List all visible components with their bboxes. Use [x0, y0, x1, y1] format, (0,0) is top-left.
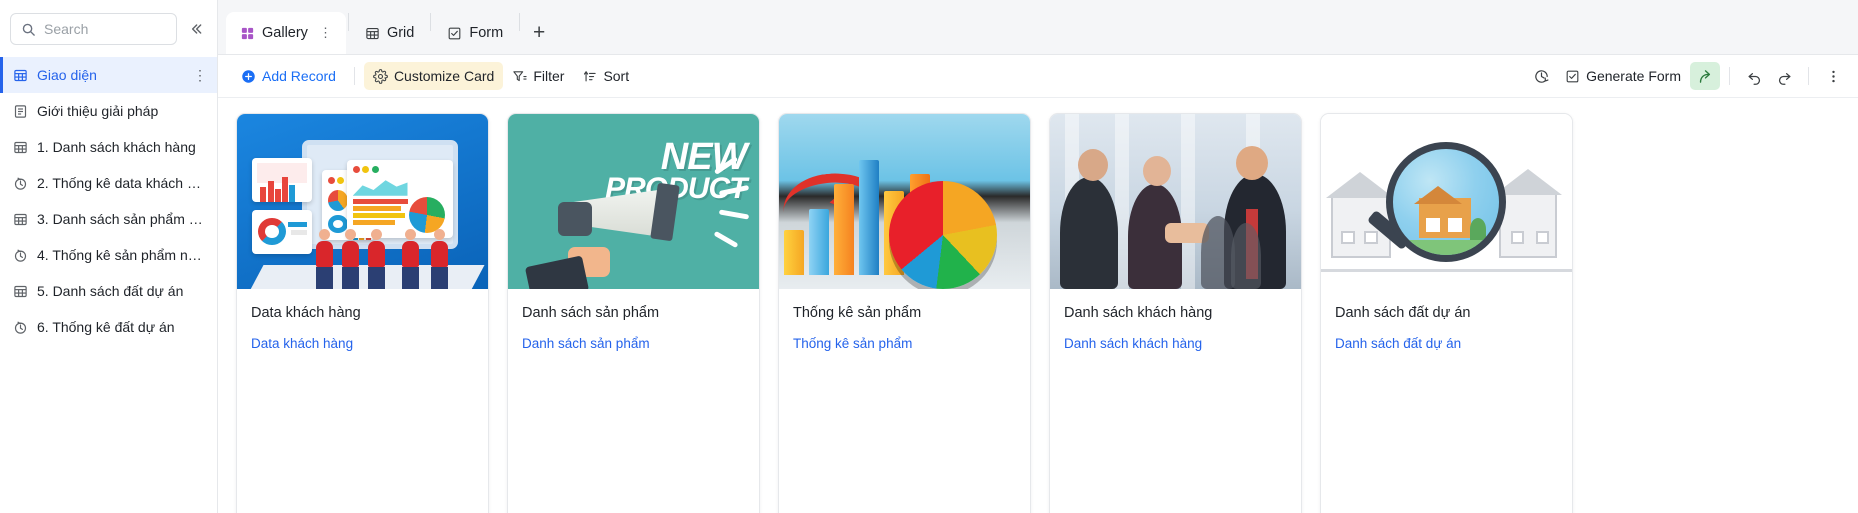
sort-label: Sort [603, 68, 630, 84]
dashboard-analytics-illustration [237, 114, 488, 289]
document-icon [12, 103, 28, 119]
sort-icon [582, 69, 597, 84]
gallery-card[interactable]: Danh sách đất dự án Danh sách đất dự án [1320, 113, 1573, 513]
customize-card-button[interactable]: Customize Card [363, 62, 504, 90]
card-body: Danh sách sản phẩm Danh sách sản phẩm [508, 289, 759, 351]
toolbar-divider [353, 67, 355, 85]
sidebar-search-row: Search [0, 13, 217, 45]
card-body: Danh sách khách hàng Danh sách khách hàn… [1050, 289, 1301, 351]
filter-label: Filter [533, 68, 565, 84]
toolbar-divider [1729, 67, 1730, 85]
form-checkbox-icon [1565, 69, 1580, 84]
tab-label: Form [469, 25, 504, 41]
tab-gallery[interactable]: Gallery ⋮ [226, 12, 346, 54]
gallery-card[interactable]: Thống kê sản phẩm Thống kê sản phẩm [778, 113, 1031, 513]
card-body: Data khách hàng Data khách hàng [237, 289, 488, 351]
table-icon [12, 139, 28, 155]
collapse-sidebar-button[interactable] [183, 16, 209, 42]
grid-table-icon [365, 26, 380, 41]
add-record-button[interactable]: Add Record [232, 62, 345, 90]
gallery-card[interactable]: Danh sách khách hàng Danh sách khách hàn… [1049, 113, 1302, 513]
tab-form[interactable]: Form [433, 12, 517, 54]
gallery-card[interactable]: Data khách hàng Data khách hàng [236, 113, 489, 513]
gallery-grid-icon [240, 26, 255, 41]
gear-icon [373, 68, 388, 84]
more-vertical-icon[interactable] [1818, 62, 1848, 90]
tab-label: Grid [386, 25, 415, 41]
card-title: Danh sách sản phẩm [522, 305, 660, 321]
search-input[interactable]: Search [10, 13, 177, 45]
gallery-card-list: Data khách hàng Data khách hàng NEW PROD… [218, 98, 1858, 513]
search-icon [21, 22, 36, 37]
history-clock-icon[interactable] [1526, 62, 1556, 90]
search-placeholder: Search [44, 21, 89, 37]
card-link[interactable]: Danh sách khách hàng [1064, 336, 1287, 351]
tab-divider [430, 12, 432, 31]
generate-form-button[interactable]: Generate Form [1556, 62, 1690, 90]
card-body: Danh sách đất dự án Danh sách đất dự án [1321, 289, 1572, 351]
filter-icon [512, 69, 527, 84]
3d-bar-pie-chart-photo [779, 114, 1030, 289]
sort-button[interactable]: Sort [573, 62, 638, 90]
app-root: Search Giao diện ⋮ Giới thiệu giải pháp … [0, 0, 1858, 513]
sidebar-item-label: Giới thiệu giải pháp [37, 103, 159, 119]
generate-form-label: Generate Form [1586, 68, 1681, 84]
card-title: Thống kê sản phẩm [793, 305, 922, 321]
card-title: Data khách hàng [251, 305, 361, 321]
main-area: Gallery ⋮ Grid Form + Add Record Customi… [218, 0, 1858, 513]
sidebar-item-giao-dien[interactable]: Giao diện ⋮ [0, 57, 217, 93]
card-link[interactable]: Thống kê sản phẩm [793, 336, 1016, 351]
dashboard-clock-icon [12, 175, 28, 191]
dashboard-clock-icon [12, 319, 28, 335]
table-icon [12, 67, 28, 83]
sidebar-item-label: 3. Danh sách sản phẩm nh... [37, 211, 207, 227]
sidebar-item-danh-sach-san-pham[interactable]: 3. Danh sách sản phẩm nh... [0, 201, 217, 237]
action-toolbar: Add Record Customize Card Filter Sort Ge… [218, 55, 1858, 98]
card-body: Thống kê sản phẩm Thống kê sản phẩm [779, 289, 1030, 351]
card-link[interactable]: Data khách hàng [251, 336, 474, 351]
new-product-megaphone-illustration: NEW PRODUCT [508, 114, 759, 289]
card-link[interactable]: Danh sách sản phẩm [522, 336, 745, 351]
business-handshake-photo [1050, 114, 1301, 289]
sidebar-item-label: 2. Thống kê data khách hà... [37, 175, 207, 191]
sidebar-nav: Giao diện ⋮ Giới thiệu giải pháp 1. Danh… [0, 57, 217, 345]
dashboard-clock-icon [12, 247, 28, 263]
houses-magnifier-illustration [1321, 114, 1572, 289]
card-link[interactable]: Danh sách đất dự án [1335, 336, 1558, 351]
sidebar-item-label: 5. Danh sách đất dự án [37, 283, 184, 299]
table-icon [12, 211, 28, 227]
sidebar-item-label: 6. Thống kê đất dự án [37, 319, 175, 335]
table-icon [12, 283, 28, 299]
undo-arrow-icon[interactable] [1739, 62, 1769, 90]
sidebar-item-label: Giao diện [37, 67, 97, 83]
card-title: Danh sách đất dự án [1335, 305, 1471, 321]
tab-divider [347, 12, 349, 31]
sidebar-item-thong-ke-dat-du-an[interactable]: 6. Thống kê đất dự án [0, 309, 217, 345]
sidebar-item-menu-icon[interactable]: ⋮ [193, 68, 207, 82]
card-title: Danh sách khách hàng [1064, 305, 1213, 321]
add-record-label: Add Record [262, 68, 336, 84]
sidebar-item-label: 1. Danh sách khách hàng [37, 139, 196, 155]
tab-label: Gallery [262, 25, 308, 41]
sidebar-item-danh-sach-dat-du-an[interactable]: 5. Danh sách đất dự án [0, 273, 217, 309]
gallery-card[interactable]: NEW PRODUCT Danh sách sản phẩm Danh sách [507, 113, 760, 513]
sidebar-item-thong-ke-san-pham-nha[interactable]: 4. Thống kê sản phẩm nhà... [0, 237, 217, 273]
sidebar-item-danh-sach-khach-hang[interactable]: 1. Danh sách khách hàng [0, 129, 217, 165]
sidebar-item-thong-ke-data-khach-hang[interactable]: 2. Thống kê data khách hà... [0, 165, 217, 201]
sidebar: Search Giao diện ⋮ Giới thiệu giải pháp … [0, 0, 218, 513]
toolbar-divider [1808, 67, 1809, 85]
view-tabbar: Gallery ⋮ Grid Form + [218, 0, 1858, 55]
form-checkbox-icon [447, 26, 462, 41]
filter-button[interactable]: Filter [503, 62, 573, 90]
plus-circle-icon [241, 69, 256, 84]
sidebar-item-gioi-thieu-giai-phap[interactable]: Giới thiệu giải pháp [0, 93, 217, 129]
redo-arrow-icon[interactable] [1769, 62, 1799, 90]
sidebar-item-label: 4. Thống kê sản phẩm nhà... [37, 247, 207, 263]
customize-card-label: Customize Card [393, 68, 495, 84]
tab-menu-icon[interactable]: ⋮ [319, 25, 332, 41]
tab-grid[interactable]: Grid [351, 12, 428, 54]
share-arrow-icon[interactable] [1690, 62, 1720, 90]
add-view-button[interactable]: + [522, 12, 556, 54]
tab-divider [519, 12, 521, 31]
